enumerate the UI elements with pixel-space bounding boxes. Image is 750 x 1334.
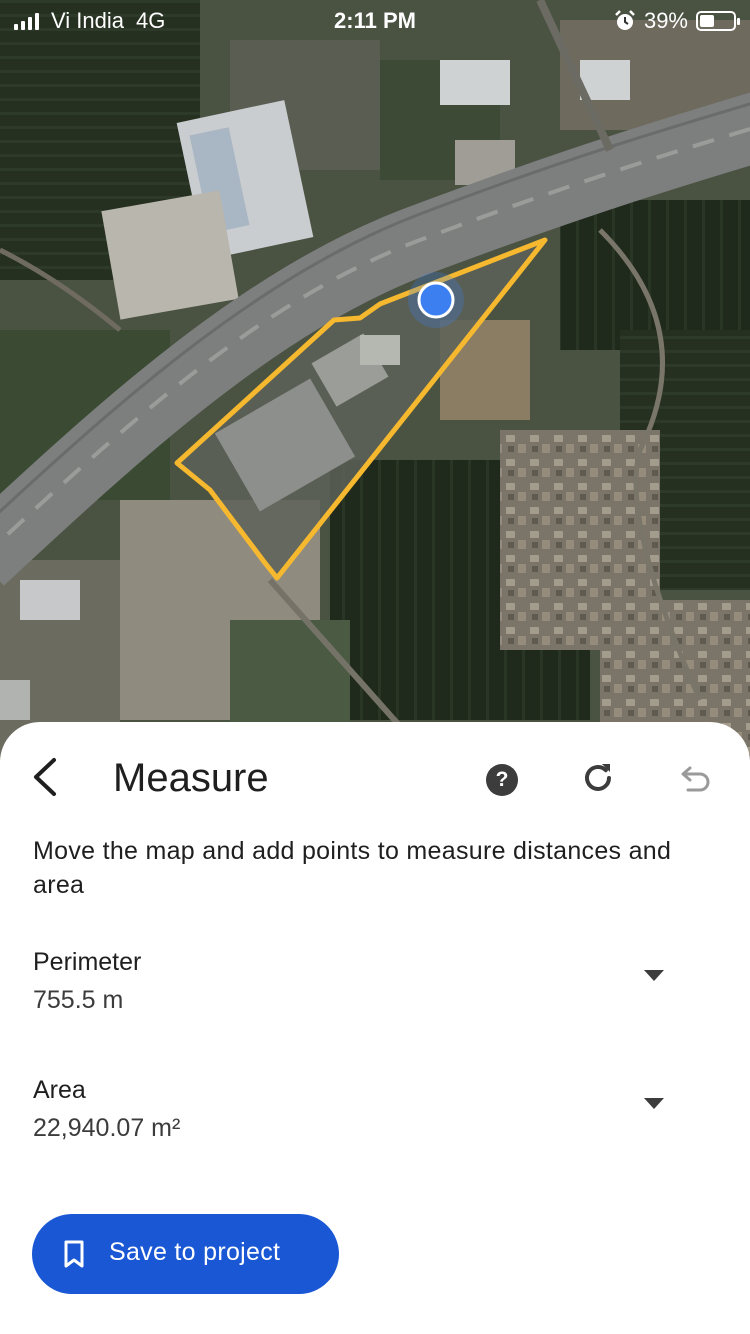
area-label: Area xyxy=(33,1076,86,1104)
status-bar: Vi India 4G 2:11 PM 39% xyxy=(0,0,750,40)
location-dot xyxy=(417,281,455,319)
battery-percent: 39% xyxy=(643,8,688,33)
bookmark-icon xyxy=(64,1240,84,1268)
back-arrow-icon xyxy=(34,758,56,796)
reset-button[interactable] xyxy=(578,758,618,798)
dropdown-icon[interactable] xyxy=(643,1096,665,1110)
alarm-icon xyxy=(615,10,635,30)
sheet-header: Measure ? xyxy=(0,722,750,832)
battery-icon xyxy=(696,11,740,31)
page-title: Measure xyxy=(113,756,269,800)
refresh-icon xyxy=(585,764,611,791)
undo-icon xyxy=(681,766,710,792)
perimeter-label: Perimeter xyxy=(33,948,142,976)
dropdown-icon[interactable] xyxy=(643,968,665,982)
save-to-project-button[interactable]: Save to project xyxy=(32,1214,339,1294)
area-value: 22,940.07 m² xyxy=(33,1114,181,1142)
back-button[interactable] xyxy=(26,752,66,802)
measure-sheet: Measure ? Move the map and add points to… xyxy=(0,722,750,1334)
save-button-label: Save to project xyxy=(109,1238,281,1266)
area-row[interactable]: Area 22,940.07 m² xyxy=(0,1076,750,1176)
undo-button[interactable] xyxy=(674,760,714,800)
satellite-map[interactable] xyxy=(0,0,750,760)
perimeter-row[interactable]: Perimeter 755.5 m xyxy=(0,948,750,1048)
help-icon[interactable]: ? xyxy=(486,764,518,796)
perimeter-value: 755.5 m xyxy=(33,986,124,1014)
instructions-text: Move the map and add points to measure d… xyxy=(33,837,672,899)
map-imagery xyxy=(0,0,750,760)
